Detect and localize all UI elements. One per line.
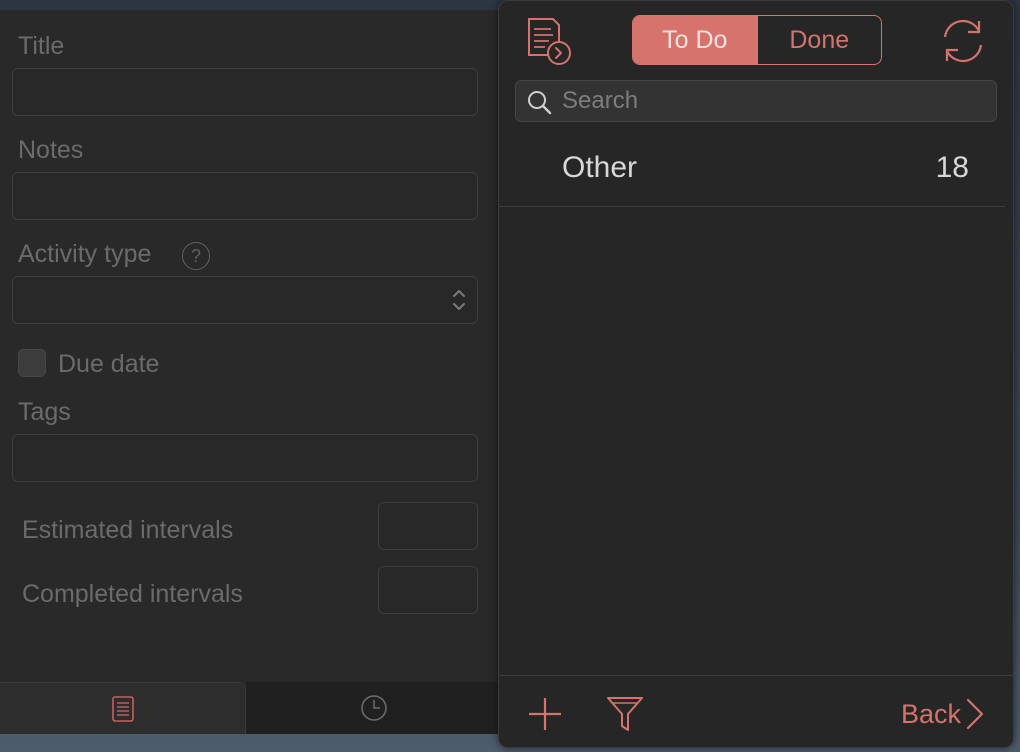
task-editor-panel: Title Notes Activity type ? Due date Tag… <box>0 10 502 734</box>
funnel-icon <box>607 697 643 731</box>
tab-todo[interactable]: To Do <box>633 16 757 64</box>
sync-icon <box>943 19 983 63</box>
chevron-right-icon <box>966 698 984 730</box>
completed-intervals-label: Completed intervals <box>22 580 243 608</box>
notes-field[interactable] <box>12 172 478 220</box>
document-arrow-icon <box>528 18 571 65</box>
search-input[interactable] <box>562 81 982 121</box>
chevron-updown-icon <box>453 290 465 310</box>
todo-done-segmented-control: To Do Done <box>632 15 882 65</box>
editor-tab-bar <box>0 682 502 734</box>
title-field[interactable] <box>12 68 478 116</box>
tab-history[interactable] <box>246 682 502 734</box>
document-icon <box>111 695 134 722</box>
activity-type-select[interactable] <box>12 276 478 324</box>
search-box <box>515 80 997 122</box>
list-item[interactable]: Other 18 <box>499 131 1005 207</box>
help-icon[interactable]: ? <box>182 242 210 270</box>
title-label: Title <box>18 32 65 60</box>
bottom-toolbar: Back <box>499 675 1013 747</box>
estimated-intervals-field[interactable] <box>378 502 478 550</box>
notes-label: Notes <box>18 136 84 164</box>
group-count: 18 <box>935 151 969 184</box>
estimated-intervals-label: Estimated intervals <box>22 516 234 544</box>
back-button[interactable]: Back <box>901 694 985 734</box>
back-label: Back <box>900 698 961 729</box>
tags-label: Tags <box>18 398 71 426</box>
sync-button[interactable] <box>935 13 991 69</box>
tab-done[interactable]: Done <box>756 16 882 64</box>
search-icon <box>528 91 552 115</box>
plus-icon <box>529 698 561 730</box>
due-date-checkbox[interactable] <box>18 349 46 377</box>
activity-type-label: Activity type <box>18 240 152 268</box>
add-task-button[interactable] <box>527 696 563 732</box>
group-label: Other <box>562 151 638 184</box>
due-date-label: Due date <box>58 350 160 378</box>
filter-button[interactable] <box>605 694 645 734</box>
task-list-panel: To Do Done Other 18 <box>498 0 1014 748</box>
tags-field[interactable] <box>12 434 478 482</box>
open-editor-button[interactable] <box>523 15 575 67</box>
clock-icon <box>361 695 387 721</box>
completed-intervals-field[interactable] <box>378 566 478 614</box>
tab-notes[interactable] <box>0 682 246 734</box>
